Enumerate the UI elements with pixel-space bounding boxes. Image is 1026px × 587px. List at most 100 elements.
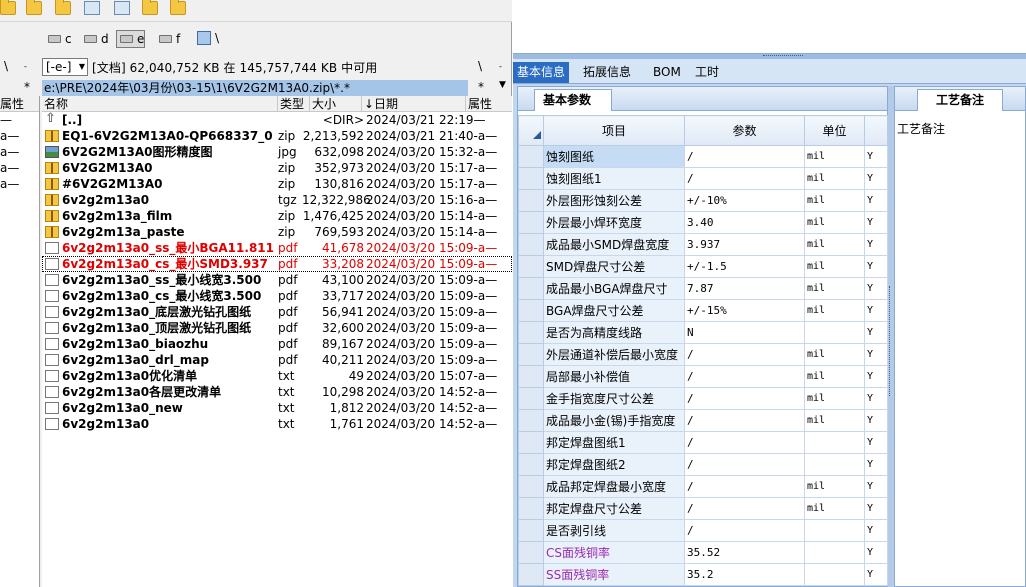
param-value[interactable]: / (684, 387, 805, 410)
drive-button-f[interactable]: f (155, 30, 181, 48)
folder-icon[interactable] (142, 0, 158, 15)
param-label[interactable]: 是否为高精度线路 (543, 321, 685, 344)
file-row[interactable]: 6v2g2m13a0 txt 1,761 2024/03/20 14:52-a— (42, 416, 512, 432)
attr-column-header[interactable]: 属性 (0, 96, 39, 112)
param-value[interactable]: N (684, 321, 805, 344)
row-header[interactable] (518, 541, 544, 564)
param-flag[interactable]: Y (864, 145, 888, 168)
path-bar[interactable]: e:\PRE\2024年\03月份\03-15\1\6V2G2M13A0.zip… (42, 80, 468, 96)
param-row[interactable]: CS面残铜率 35.52 Y (518, 541, 888, 564)
row-header[interactable] (518, 189, 544, 212)
param-label[interactable]: 邦定焊盘尺寸公差 (543, 497, 685, 520)
file-row[interactable]: 6v2g2m13a0 tgz 12,322,986 2024/03/20 15:16-… (42, 192, 512, 208)
param-flag[interactable]: Y (864, 453, 888, 476)
folder-icon[interactable] (26, 0, 42, 15)
param-label[interactable]: 成品最小BGA焊盘尺寸 (543, 277, 685, 300)
param-value[interactable]: / (684, 475, 805, 498)
param-label[interactable]: 邦定焊盘图纸1 (543, 431, 685, 454)
folder-icon[interactable] (55, 0, 71, 15)
drive-button-c[interactable]: c (44, 30, 73, 48)
param-value[interactable]: 3.40 (684, 211, 805, 234)
param-unit[interactable] (804, 321, 865, 344)
row-header[interactable] (518, 519, 544, 542)
file-row[interactable]: 6v2g2m13a0_cs_最小线宽3.500 pdf 33,717 2024/03/… (42, 288, 512, 304)
param-flag[interactable]: Y (864, 365, 888, 388)
param-label[interactable]: SMD焊盘尺寸公差 (543, 255, 685, 278)
param-label[interactable]: 局部最小补偿值 (543, 365, 685, 388)
drive-button-d[interactable]: d (80, 30, 110, 48)
param-unit[interactable] (804, 453, 865, 476)
param-value[interactable]: 35.2 (684, 563, 805, 586)
param-value[interactable]: / (684, 519, 805, 542)
history-dropdown-icon[interactable]: ▼ (499, 80, 506, 90)
file-row[interactable]: 6V2G2M13A0图形精度图 jpg 632,098 2024/03/20 15:3… (42, 144, 512, 160)
param-unit[interactable]: mil (804, 299, 865, 322)
param-flag[interactable]: Y (864, 409, 888, 432)
param-value[interactable]: +/-15% (684, 299, 805, 322)
param-row[interactable]: 金手指宽度尺寸公差 / mil Y (518, 387, 888, 410)
file-row[interactable]: #6V2G2M13A0 zip 130,816 2024/03/20 15:17-a— (42, 176, 512, 192)
file-row[interactable]: [..] <DIR>2024/03/21 22:19— (42, 111, 512, 128)
folder-icon[interactable] (0, 0, 16, 15)
file-row[interactable]: 6v2g2m13a0_drl_map pdf 40,211 2024/03/20 15… (42, 352, 512, 368)
param-flag[interactable]: Y (864, 233, 888, 256)
param-value[interactable]: 35.52 (684, 541, 805, 564)
param-value[interactable]: 7.87 (684, 277, 805, 300)
param-row[interactable]: SS面残铜率 35.2 Y (518, 563, 888, 586)
param-label[interactable]: 邦定焊盘图纸2 (543, 453, 685, 476)
row-header[interactable] (518, 167, 544, 190)
param-row[interactable]: 邦定焊盘图纸2/ Y (518, 453, 888, 476)
param-label[interactable]: 是否剥引线 (543, 519, 685, 542)
param-value[interactable]: / (684, 453, 805, 476)
param-row[interactable]: BGA焊盘尺寸公差 +/-15% mil Y (518, 299, 888, 322)
file-row[interactable]: 6v2g2m13a0_ss_最小BGA11.811 pdf 41,678 2024/0… (42, 240, 512, 256)
param-unit[interactable]: mil (804, 211, 865, 234)
file-row[interactable]: 6v2g2m13a0_biaozhu pdf 89,167 2024/03/20 15… (42, 336, 512, 352)
param-row[interactable]: 邦定焊盘尺寸公差 / mil Y (518, 497, 888, 520)
param-label[interactable]: BGA焊盘尺寸公差 (543, 299, 685, 322)
param-label[interactable]: 蚀刻图纸 (543, 145, 685, 168)
param-value[interactable]: +/-1.5 (684, 255, 805, 278)
row-header[interactable] (518, 431, 544, 454)
drive-button-e[interactable]: e (116, 30, 146, 48)
row-header[interactable] (518, 453, 544, 476)
grid-corner-icon[interactable] (533, 131, 541, 139)
param-unit[interactable]: mil (804, 277, 865, 300)
param-label[interactable]: SS面残铜率 (543, 563, 685, 586)
param-row[interactable]: SMD焊盘尺寸公差 +/-1.5 mil Y (518, 255, 888, 278)
notepad-icon[interactable] (114, 1, 130, 15)
column-header-size[interactable]: 大小 (310, 96, 362, 112)
file-row[interactable]: 6v2g2m13a_paste zip 769,593 2024/03/20 15:1… (42, 224, 512, 240)
param-flag[interactable]: Y (864, 189, 888, 212)
row-header[interactable] (518, 211, 544, 234)
param-flag[interactable]: Y (864, 387, 888, 410)
row-header[interactable] (518, 145, 544, 168)
param-label[interactable]: 蚀刻图纸1 (543, 167, 685, 190)
param-label[interactable]: 成品最小金(锡)手指宽度 (543, 409, 685, 432)
param-row[interactable]: 成品最小SMD焊盘宽度 3.937 mil Y (518, 233, 888, 256)
column-header-date[interactable]: ↓日期 (362, 96, 466, 112)
param-value[interactable]: +/-10% (684, 189, 805, 212)
tab-bom[interactable]: BOM (649, 62, 685, 83)
drive-select[interactable]: [-e-] (42, 58, 88, 76)
param-label[interactable]: CS面残铜率 (543, 541, 685, 564)
history-star-right[interactable]: * (478, 80, 484, 94)
param-row[interactable]: 是否剥引线 / Y (518, 519, 888, 542)
param-unit[interactable]: mil (804, 167, 865, 190)
param-label[interactable]: 外层最小焊环宽度 (543, 211, 685, 234)
row-header[interactable] (518, 299, 544, 322)
param-unit[interactable]: mil (804, 497, 865, 520)
column-header-attr[interactable]: 属性 (466, 96, 512, 112)
param-value[interactable]: / (684, 365, 805, 388)
file-row[interactable]: EQ1-6V2G2M13A0-QP668337_0 zip 2,213,592 202… (42, 128, 512, 144)
file-row[interactable]: 6V2G2M13A0 zip 352,973 2024/03/20 15:17-a— (42, 160, 512, 176)
param-row[interactable]: 邦定焊盘图纸1/ Y (518, 431, 888, 454)
param-flag[interactable]: Y (864, 211, 888, 234)
param-flag[interactable]: Y (864, 299, 888, 322)
param-row[interactable]: 局部最小补偿值 / mil Y (518, 365, 888, 388)
row-header[interactable] (518, 387, 544, 410)
param-value[interactable]: / (684, 343, 805, 366)
row-header[interactable] (518, 563, 544, 586)
file-row[interactable]: 6v2g2m13a_film zip 1,476,425 2024/03/20 15:… (42, 208, 512, 224)
param-unit[interactable] (804, 431, 865, 454)
